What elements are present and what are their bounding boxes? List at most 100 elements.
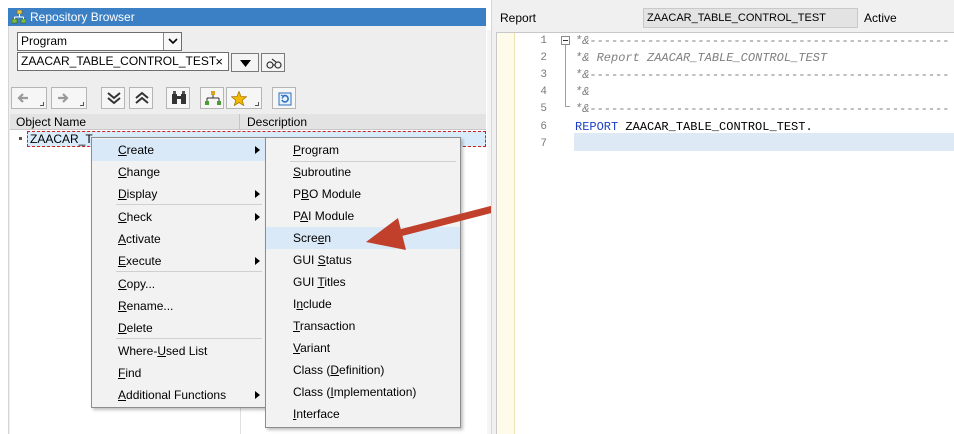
code-comment: *&--------------------------------------…	[575, 68, 950, 83]
menu-item-label: Screen	[293, 231, 332, 245]
display-object-button[interactable]	[261, 53, 285, 72]
code-line[interactable]	[575, 136, 950, 153]
menu-item-label: Find	[118, 366, 142, 380]
dropdown-indicator	[255, 102, 259, 106]
code-comment: *&--------------------------------------…	[575, 102, 950, 117]
favorites-button[interactable]	[226, 87, 262, 109]
expand-all-icon	[107, 92, 121, 105]
context-menu-item-copy[interactable]: Copy...	[92, 273, 266, 295]
line-number: 3	[540, 69, 547, 82]
collapse-all-icon	[135, 91, 149, 104]
menu-item-label: Include	[293, 297, 332, 311]
menu-item-label: Rename...	[118, 299, 174, 313]
line-number: 7	[540, 137, 547, 150]
fold-toggle-icon[interactable]	[561, 36, 570, 45]
back-button[interactable]	[11, 87, 47, 109]
menu-item-label: Class (Definition)	[293, 363, 385, 377]
line-number: 2	[540, 52, 547, 65]
expand-all-button[interactable]	[101, 87, 125, 109]
code-line[interactable]: *&	[575, 84, 950, 101]
code-line[interactable]: *&--------------------------------------…	[575, 67, 950, 84]
collapse-all-button[interactable]	[129, 87, 153, 109]
fold-guide-line	[565, 45, 566, 107]
context-menu-item-create[interactable]: Create	[92, 139, 266, 161]
clear-input-icon[interactable]: ×	[215, 53, 223, 70]
code-line[interactable]: *&--------------------------------------…	[575, 101, 950, 118]
create-submenu-item-program[interactable]: Program	[266, 139, 460, 161]
back-icon	[17, 93, 28, 103]
menu-item-label: GUI Titles	[293, 275, 346, 289]
menu-separator	[290, 161, 456, 162]
create-submenu-item-class-implementation[interactable]: Class (Implementation)	[266, 381, 460, 403]
code-line[interactable]: *& Report ZAACAR_TABLE_CONTROL_TEST	[575, 50, 950, 67]
menu-item-label: Execute	[118, 254, 162, 268]
refresh-button[interactable]	[272, 87, 296, 109]
column-header-object-name[interactable]: Object Name	[10, 114, 240, 130]
context-menu-item-change[interactable]: Change	[92, 161, 266, 183]
object-name-input[interactable]: ZAACAR_TABLE_CONTROL_TEST ×	[17, 52, 229, 71]
object-name-dropdown-button[interactable]	[231, 53, 259, 72]
binoculars-icon	[172, 91, 186, 104]
line-number: 6	[540, 120, 547, 133]
menu-item-label: PBO Module	[293, 187, 362, 201]
create-submenu-item-interface[interactable]: Interface	[266, 403, 460, 425]
object-type-dropdown-button[interactable]	[163, 33, 181, 50]
menu-item-label: Where-Used List	[118, 344, 208, 358]
hierarchy-tree-icon	[12, 10, 26, 24]
tree-row-label: ZAACAR_T	[30, 132, 93, 146]
create-submenu-item-include[interactable]: Include	[266, 293, 460, 315]
object-type-select[interactable]: Program	[17, 32, 182, 51]
code-text: ZAACAR_TABLE_CONTROL_TEST.	[618, 119, 813, 134]
context-menu-item-activate[interactable]: Activate	[92, 228, 266, 250]
menu-item-label: Program	[293, 143, 340, 157]
object-name-value: ZAACAR_TABLE_CONTROL_TEST	[21, 54, 217, 68]
create-submenu-item-variant[interactable]: Variant	[266, 337, 460, 359]
menu-separator	[116, 271, 262, 272]
code-line[interactable]: REPORT ZAACAR_TABLE_CONTROL_TEST.	[575, 119, 950, 136]
code-line[interactable]: *&--------------------------------------…	[575, 33, 950, 50]
object-tree-header: Object Name Description	[10, 114, 486, 130]
context-menu-item-find[interactable]: Find	[92, 362, 266, 384]
menu-item-label: Copy...	[118, 277, 156, 291]
hierarchy-icon	[205, 91, 221, 105]
menu-item-label: Change	[118, 165, 161, 179]
line-number: 5	[540, 103, 547, 116]
triangle-down-icon	[240, 60, 251, 67]
object-kind-label: Report	[500, 11, 537, 25]
context-menu-item-where-used-list[interactable]: Where-Used List	[92, 340, 266, 362]
code-comment: *&	[575, 85, 590, 100]
submenu-arrow-icon	[255, 146, 260, 154]
line-number: 4	[540, 86, 547, 99]
create-submenu-item-subroutine[interactable]: Subroutine	[266, 161, 460, 183]
create-submenu-item-class-definition[interactable]: Class (Definition)	[266, 359, 460, 381]
line-number: 1	[540, 35, 547, 47]
chevron-down-icon	[168, 38, 178, 45]
refresh-icon	[278, 92, 292, 106]
menu-separator	[116, 338, 262, 339]
fold-guide-end	[565, 106, 570, 107]
dropdown-indicator	[80, 102, 84, 106]
hierarchy-button[interactable]	[200, 87, 224, 109]
create-submenu-item-gui-titles[interactable]: GUI Titles	[266, 271, 460, 293]
fold-gutter	[552, 32, 572, 434]
forward-button[interactable]	[51, 87, 87, 109]
context-menu-item-rename[interactable]: Rename...	[92, 295, 266, 317]
code-comment: *&--------------------------------------…	[575, 34, 950, 48]
context-menu-item-display[interactable]: Display	[92, 183, 266, 205]
repository-browser-title: Repository Browser	[30, 10, 135, 24]
column-header-description[interactable]: Description	[241, 114, 486, 130]
context-menu-item-execute[interactable]: Execute	[92, 250, 266, 272]
context-menu-item-check[interactable]: Check	[92, 206, 266, 228]
code-comment: *& Report ZAACAR_TABLE_CONTROL_TEST	[575, 51, 828, 66]
menu-item-label: PAI Module	[293, 209, 355, 223]
menu-item-label: Additional Functions	[118, 388, 227, 402]
editor-marker-gutter	[497, 32, 515, 434]
menu-separator	[116, 204, 262, 205]
context-menu-item-delete[interactable]: Delete	[92, 317, 266, 339]
object-type-value: Program	[21, 34, 68, 48]
find-button[interactable]	[166, 87, 190, 109]
context-menu-item-additional-functions[interactable]: Additional Functions	[92, 384, 266, 406]
tree-node-bullet-icon	[19, 137, 22, 140]
submenu-arrow-icon	[255, 213, 260, 221]
create-submenu-item-transaction[interactable]: Transaction	[266, 315, 460, 337]
